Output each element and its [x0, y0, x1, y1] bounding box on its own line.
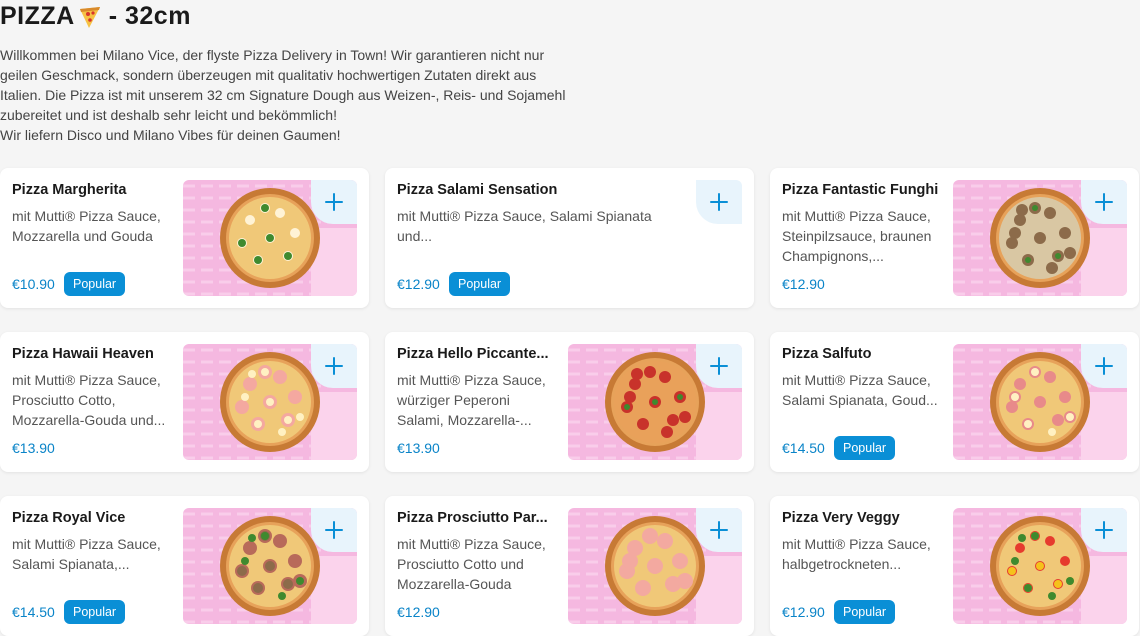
- add-to-cart-button[interactable]: [1081, 344, 1127, 388]
- product-price: €13.90: [397, 440, 440, 456]
- product-description: mit Mutti® Pizza Sauce, Prosciutto Cotto…: [397, 536, 546, 592]
- product-price: €10.90: [12, 276, 55, 292]
- product-card[interactable]: Pizza Royal Vice mit Mutti® Pizza Sauce, …: [0, 496, 369, 636]
- product-price: €12.90: [397, 604, 440, 620]
- plus-icon: [710, 357, 728, 375]
- intro-text: Willkommen bei Milano Vice, der flyste P…: [0, 45, 600, 145]
- popular-badge: Popular: [64, 600, 126, 624]
- product-description: mit Mutti® Pizza Sauce, würziger Peperon…: [397, 372, 546, 428]
- product-description: mit Mutti® Pizza Sauce, Salami Spianata …: [397, 208, 652, 244]
- product-name: Pizza Hawaii Heaven: [12, 346, 154, 362]
- product-price: €14.50: [12, 604, 55, 620]
- page-title-prefix: PIZZA: [0, 2, 75, 30]
- product-description: mit Mutti® Pizza Sauce, Prosciutto Cotto…: [12, 372, 166, 428]
- product-name: Pizza Margherita: [12, 182, 127, 198]
- product-price: €12.90: [782, 276, 825, 292]
- plus-icon: [1095, 521, 1113, 539]
- intro-line: zubereitet und ist deshalb sehr leicht u…: [0, 107, 337, 123]
- product-grid: Pizza Margherita mit Mutti® Pizza Sauce, …: [0, 168, 1139, 636]
- product-name: Pizza Prosciutto Par...: [397, 510, 548, 526]
- add-to-cart-button[interactable]: [1081, 180, 1127, 224]
- add-to-cart-button[interactable]: [311, 180, 357, 224]
- product-name: Pizza Hello Piccante...: [397, 346, 549, 362]
- product-description: mit Mutti® Pizza Sauce, halbgetrockneten…: [782, 536, 931, 572]
- product-name: Pizza Salami Sensation: [397, 182, 558, 198]
- popular-badge: Popular: [449, 272, 511, 296]
- plus-icon: [710, 193, 728, 211]
- popular-badge: Popular: [834, 600, 896, 624]
- product-price: €13.90: [12, 440, 55, 456]
- product-description: mit Mutti® Pizza Sauce, Mozzarella und G…: [12, 208, 161, 244]
- product-card[interactable]: Pizza Salami Sensation mit Mutti® Pizza S…: [385, 168, 754, 308]
- product-name: Pizza Very Veggy: [782, 510, 900, 526]
- product-name: Pizza Royal Vice: [12, 510, 126, 526]
- product-description: mit Mutti® Pizza Sauce, Salami Spianata,…: [782, 372, 938, 408]
- product-price: €12.90: [397, 276, 440, 292]
- product-price: €14.50: [782, 440, 825, 456]
- plus-icon: [325, 357, 343, 375]
- product-card[interactable]: Pizza Salfuto mit Mutti® Pizza Sauce, Sal…: [770, 332, 1139, 472]
- pizza-slice-icon: [79, 6, 100, 28]
- product-name: Pizza Fantastic Funghi: [782, 182, 939, 198]
- add-to-cart-button[interactable]: [696, 180, 742, 224]
- plus-icon: [1095, 193, 1113, 211]
- product-card[interactable]: Pizza Hello Piccante... mit Mutti® Pizza …: [385, 332, 754, 472]
- add-to-cart-button[interactable]: [1081, 508, 1127, 552]
- plus-icon: [325, 521, 343, 539]
- popular-badge: Popular: [64, 272, 126, 296]
- add-to-cart-button[interactable]: [311, 508, 357, 552]
- product-price: €12.90: [782, 604, 825, 620]
- page-title-suffix: - 32cm: [108, 2, 191, 30]
- intro-line: geilen Geschmack, sondern überzeugen mit…: [0, 67, 537, 83]
- product-card[interactable]: Pizza Fantastic Funghi mit Mutti® Pizza S…: [770, 168, 1139, 308]
- product-description: mit Mutti® Pizza Sauce, Salami Spianata,…: [12, 536, 161, 572]
- intro-line: Italien. Die Pizza ist mit unserem 32 cm…: [0, 87, 566, 103]
- intro-line: Willkommen bei Milano Vice, der flyste P…: [0, 47, 545, 63]
- product-name: Pizza Salfuto: [782, 346, 872, 362]
- add-to-cart-button[interactable]: [311, 344, 357, 388]
- intro-line: Wir liefern Disco und Milano Vibes für d…: [0, 127, 341, 143]
- product-card[interactable]: Pizza Hawaii Heaven mit Mutti® Pizza Sauc…: [0, 332, 369, 472]
- plus-icon: [325, 193, 343, 211]
- plus-icon: [1095, 357, 1113, 375]
- product-card[interactable]: Pizza Margherita mit Mutti® Pizza Sauce, …: [0, 168, 369, 308]
- add-to-cart-button[interactable]: [696, 508, 742, 552]
- plus-icon: [710, 521, 728, 539]
- product-card[interactable]: Pizza Prosciutto Par... mit Mutti® Pizza …: [385, 496, 754, 636]
- popular-badge: Popular: [834, 436, 896, 460]
- page-title: PIZZA - 32cm: [0, 2, 191, 31]
- product-description: mit Mutti® Pizza Sauce, Steinpilzsauce, …: [782, 208, 932, 264]
- add-to-cart-button[interactable]: [696, 344, 742, 388]
- product-card[interactable]: Pizza Very Veggy mit Mutti® Pizza Sauce, …: [770, 496, 1139, 636]
